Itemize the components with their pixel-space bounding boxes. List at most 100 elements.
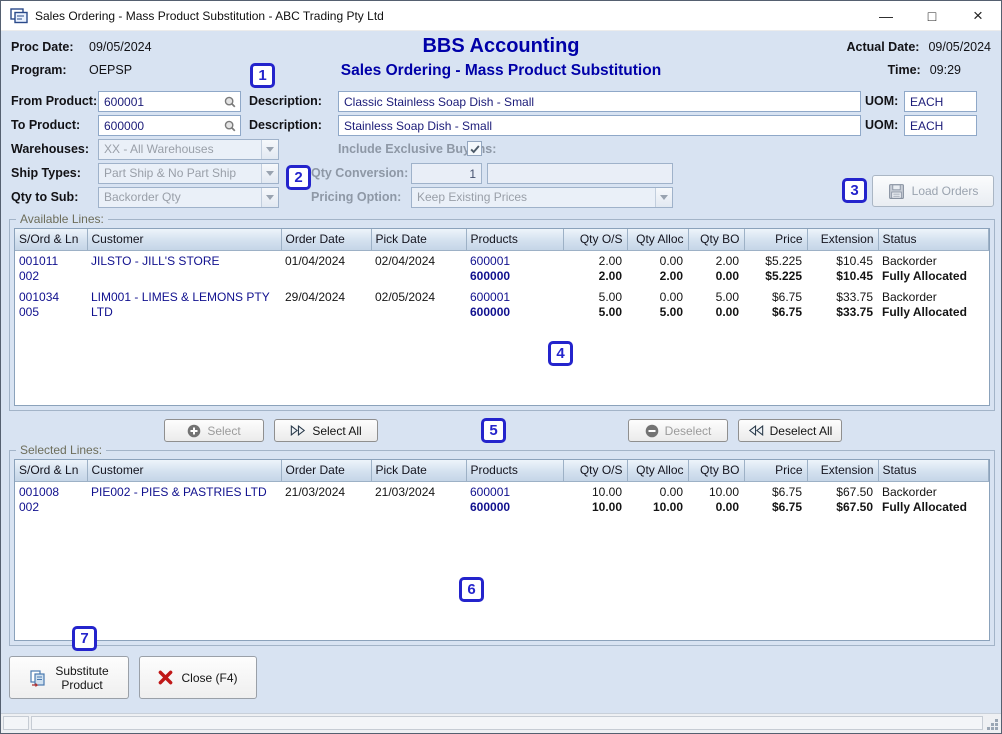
column-header: Extension bbox=[807, 460, 878, 481]
table-row[interactable]: 001034005LIM001 - LIMES & LEMONS PTY LTD… bbox=[15, 287, 989, 323]
description-2-label: Description: bbox=[249, 118, 322, 132]
qty-conversion-input[interactable] bbox=[412, 164, 481, 183]
plus-circle-icon bbox=[187, 424, 201, 438]
cell-line: $33.75 bbox=[811, 305, 873, 320]
select-button[interactable]: Select bbox=[164, 419, 264, 442]
search-icon[interactable] bbox=[222, 94, 238, 110]
uom-2-input[interactable] bbox=[905, 116, 976, 135]
column-header: Customer bbox=[87, 229, 281, 250]
cell-line: $6.75 bbox=[748, 290, 802, 305]
column-header: Products bbox=[466, 229, 563, 250]
selected-lines-label: Selected Lines: bbox=[16, 443, 106, 457]
actual-date-row: Actual Date: 09/05/2024 bbox=[847, 40, 992, 54]
warehouses-select[interactable]: XX - All Warehouses bbox=[98, 139, 279, 160]
substitute-icon bbox=[29, 669, 47, 687]
available-lines-label: Available Lines: bbox=[16, 212, 108, 226]
qty-to-sub-value: Backorder Qty bbox=[99, 188, 261, 207]
app-icon bbox=[10, 8, 28, 24]
maximize-button[interactable]: □ bbox=[909, 1, 955, 30]
load-orders-label: Load Orders bbox=[912, 184, 979, 198]
cell-line: 2.00 bbox=[567, 254, 622, 269]
include-exclusive-checkbox[interactable] bbox=[467, 141, 482, 156]
column-header: Extension bbox=[807, 229, 878, 250]
to-product-input[interactable] bbox=[99, 116, 240, 135]
qty-conversion-input-2[interactable] bbox=[488, 164, 672, 183]
resize-grip[interactable] bbox=[986, 718, 999, 731]
chevron-down-icon bbox=[261, 164, 278, 183]
qty-to-sub-select[interactable]: Backorder Qty bbox=[98, 187, 279, 208]
actual-date-label: Actual Date: bbox=[847, 40, 920, 54]
description-1-input[interactable] bbox=[339, 92, 860, 111]
cell-line: 0.00 bbox=[631, 290, 683, 305]
column-header: Status bbox=[878, 460, 989, 481]
cell-line: 0.00 bbox=[692, 500, 739, 515]
actual-date-value: 09/05/2024 bbox=[928, 40, 991, 54]
time-value: 09:29 bbox=[930, 63, 961, 77]
cell-line: 001008 bbox=[19, 485, 83, 500]
column-header: Price bbox=[744, 460, 807, 481]
uom-1-label: UOM: bbox=[865, 94, 898, 108]
minimize-button[interactable]: — bbox=[863, 1, 909, 30]
cell-line: 600000 bbox=[470, 500, 559, 515]
ship-types-select[interactable]: Part Ship & No Part Ship bbox=[98, 163, 279, 184]
cell-line: 5.00 bbox=[567, 290, 622, 305]
cell-line: 600000 bbox=[470, 269, 559, 284]
cell-line: 0.00 bbox=[631, 254, 683, 269]
cell-line: 10.00 bbox=[567, 485, 622, 500]
available-lines-list: S/Ord & Ln Customer Order Date Pick Date… bbox=[14, 228, 990, 406]
pricing-option-select[interactable]: Keep Existing Prices bbox=[411, 187, 673, 208]
from-product-input[interactable] bbox=[99, 92, 240, 111]
deselect-all-button[interactable]: Deselect All bbox=[738, 419, 842, 442]
uom-1-input[interactable] bbox=[905, 92, 976, 111]
table-row[interactable]: 001008002PIE002 - PIES & PASTRIES LTD21/… bbox=[15, 481, 989, 518]
column-header: S/Ord & Ln bbox=[15, 229, 87, 250]
column-header: Order Date bbox=[281, 229, 371, 250]
deselect-button[interactable]: Deselect bbox=[628, 419, 728, 442]
table-header-row: S/Ord & Ln Customer Order Date Pick Date… bbox=[15, 229, 989, 250]
table-row[interactable]: 001011002JILSTO - JILL'S STORE01/04/2024… bbox=[15, 250, 989, 287]
cell-line: 02/05/2024 bbox=[375, 290, 462, 305]
status-bar bbox=[1, 713, 1001, 733]
time-label: Time: bbox=[888, 63, 921, 77]
cell-line: Backorder bbox=[882, 485, 985, 500]
close-window-button[interactable]: × bbox=[955, 1, 1001, 30]
main-area: Proc Date:09/05/2024 Program:OEPSP BBS A… bbox=[1, 31, 1001, 713]
column-header: Pick Date bbox=[371, 460, 466, 481]
to-product-field bbox=[98, 115, 241, 136]
selected-lines-list: S/Ord & Ln Customer Order Date Pick Date… bbox=[14, 459, 990, 641]
cell-line: Fully Allocated bbox=[882, 269, 985, 284]
close-f4-button[interactable]: Close (F4) bbox=[139, 656, 257, 699]
cell-line: 001011 bbox=[19, 254, 83, 269]
cell-line: 10.00 bbox=[567, 500, 622, 515]
table-header-row: S/Ord & Ln Customer Order Date Pick Date… bbox=[15, 460, 989, 481]
column-header: Qty BO bbox=[688, 229, 744, 250]
cell-line: $33.75 bbox=[811, 290, 873, 305]
substitute-label-line1: Substitute bbox=[55, 664, 108, 678]
from-product-field bbox=[98, 91, 241, 112]
save-icon bbox=[888, 183, 905, 200]
cell-line: 5.00 bbox=[631, 305, 683, 320]
cell-line: 5.00 bbox=[692, 290, 739, 305]
substitute-product-button[interactable]: Substitute Product bbox=[9, 656, 129, 699]
from-product-label: From Product: bbox=[11, 94, 97, 108]
uom-1-field bbox=[904, 91, 977, 112]
ship-types-label: Ship Types: bbox=[11, 166, 81, 180]
cell-line: $10.45 bbox=[811, 269, 873, 284]
cell-line: 29/04/2024 bbox=[285, 290, 367, 305]
cell-line: $6.75 bbox=[748, 305, 802, 320]
select-all-button[interactable]: Select All bbox=[274, 419, 378, 442]
to-product-label: To Product: bbox=[11, 118, 80, 132]
page-title: Sales Ordering - Mass Product Substituti… bbox=[1, 62, 1001, 80]
search-icon[interactable] bbox=[222, 118, 238, 134]
cell-line: 10.00 bbox=[692, 485, 739, 500]
column-header: Qty Alloc bbox=[627, 460, 688, 481]
description-1-label: Description: bbox=[249, 94, 322, 108]
cell-line: 01/04/2024 bbox=[285, 254, 367, 269]
available-lines-table: S/Ord & Ln Customer Order Date Pick Date… bbox=[15, 229, 989, 323]
cell-line: $5.225 bbox=[748, 254, 802, 269]
qty-conversion-field bbox=[411, 163, 482, 184]
load-orders-button[interactable]: Load Orders bbox=[872, 175, 994, 207]
status-cell bbox=[3, 716, 29, 730]
description-2-input[interactable] bbox=[339, 116, 860, 135]
qty-conversion-field-2 bbox=[487, 163, 673, 184]
